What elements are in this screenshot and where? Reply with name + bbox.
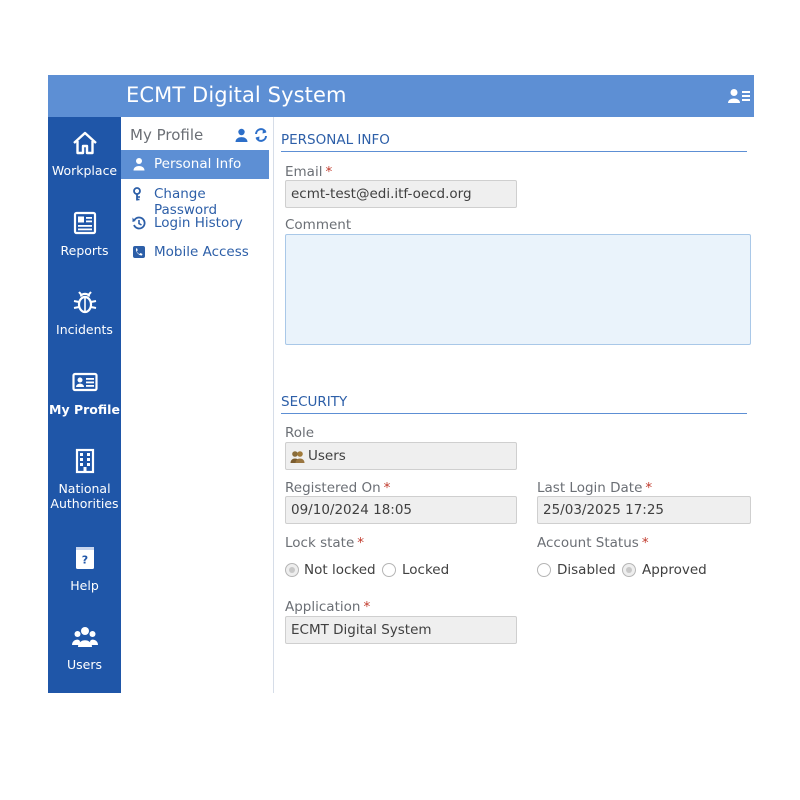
user-icon <box>133 158 145 171</box>
users-role-icon <box>290 451 305 463</box>
nav-label: Workplace <box>51 163 118 178</box>
newspaper-icon <box>73 211 96 235</box>
lock-state-locked-radio[interactable] <box>382 563 396 577</box>
submenu-item-login-history[interactable]: Login History <box>121 209 269 238</box>
key-icon <box>133 187 141 201</box>
submenu-item-label: Mobile Access <box>154 244 249 260</box>
app-window: ECMT Digital System Workplace Reports In… <box>48 75 754 693</box>
nav-label: My Profile <box>49 402 120 417</box>
application-field[interactable]: ECMT Digital System <box>285 616 517 644</box>
radio-label: Approved <box>642 562 707 578</box>
nav-item-national-authorities[interactable]: National Authorities <box>48 447 121 511</box>
bug-icon <box>73 291 96 314</box>
submenu-item-personal-info[interactable]: Personal Info <box>121 150 269 179</box>
lock-state-not-locked-radio[interactable] <box>285 563 299 577</box>
registered-on-label-text: Registered On <box>285 480 381 496</box>
nav-item-my-profile[interactable]: My Profile <box>48 368 121 417</box>
svg-text:?: ? <box>81 554 87 567</box>
role-field[interactable]: Users <box>285 442 517 470</box>
application-label-text: Application <box>285 599 361 615</box>
nav-label-line1: National <box>58 481 111 496</box>
building-icon <box>75 448 94 474</box>
section-divider <box>281 413 747 414</box>
section-title-security: SECURITY <box>281 394 348 410</box>
radio-label: Not locked <box>304 562 376 578</box>
required-marker: * <box>325 164 333 180</box>
main-content: PERSONAL INFO Email * ecmt-test@edi.itf-o… <box>275 117 754 693</box>
refresh-icon[interactable] <box>254 128 268 142</box>
phone-icon <box>133 246 145 258</box>
registered-on-field[interactable]: 09/10/2024 18:05 <box>285 496 517 524</box>
nav-label: Help <box>70 578 99 593</box>
submenu-item-label: Login History <box>154 215 243 231</box>
email-label-text: Email <box>285 164 323 180</box>
nav-label: Reports <box>60 243 109 258</box>
nav-item-workplace[interactable]: Workplace <box>48 129 121 178</box>
last-login-field[interactable]: 25/03/2025 17:25 <box>537 496 751 524</box>
section-divider <box>281 151 747 152</box>
section-title-personal-info: PERSONAL INFO <box>281 132 390 148</box>
history-icon <box>132 216 146 230</box>
account-status-approved-radio[interactable] <box>622 563 636 577</box>
profile-submenu: My Profile Personal Info Change Password… <box>121 117 274 693</box>
application-label: Application * <box>285 599 370 615</box>
id-card-icon <box>71 372 98 392</box>
radio-label: Locked <box>402 562 450 578</box>
logo-strip <box>48 75 121 117</box>
required-marker: * <box>645 480 653 496</box>
last-login-label: Last Login Date * <box>537 480 652 496</box>
lock-state-label-text: Lock state <box>285 535 355 551</box>
users-icon <box>71 627 98 647</box>
nav-label: Incidents <box>56 322 113 337</box>
user-list-icon[interactable] <box>728 88 750 104</box>
account-status-label: Account Status * <box>537 535 649 551</box>
role-label: Role <box>285 425 315 441</box>
account-status-label-text: Account Status <box>537 535 639 551</box>
nav-item-reports[interactable]: Reports <box>48 209 121 258</box>
email-label: Email * <box>285 164 332 180</box>
nav-item-incidents[interactable]: Incidents <box>48 288 121 337</box>
home-icon <box>72 131 97 155</box>
nav-label-line2: Authorities <box>50 496 119 511</box>
app-title: ECMT Digital System <box>126 83 347 107</box>
top-header: ECMT Digital System <box>48 75 754 117</box>
submenu-item-change-password[interactable]: Change Password <box>121 180 269 218</box>
submenu-item-mobile-access[interactable]: Mobile Access <box>121 238 269 267</box>
submenu-item-label: Personal Info <box>154 156 242 172</box>
required-marker: * <box>357 535 365 551</box>
nav-label: Users <box>66 657 102 672</box>
left-nav: Workplace Reports Incidents My Profile N… <box>48 117 121 693</box>
required-marker: * <box>641 535 649 551</box>
comment-textarea[interactable] <box>285 234 751 345</box>
radio-label: Disabled <box>557 562 616 578</box>
comment-label: Comment <box>285 217 352 233</box>
help-book-icon: ? <box>75 547 94 569</box>
nav-item-help[interactable]: ? Help <box>48 544 121 593</box>
lock-state-label: Lock state * <box>285 535 364 551</box>
email-field[interactable]: ecmt-test@edi.itf-oecd.org <box>285 180 517 208</box>
account-status-disabled-radio[interactable] <box>537 563 551 577</box>
user-icon[interactable] <box>235 128 248 142</box>
nav-item-users[interactable]: Users <box>48 623 121 672</box>
submenu-title: My Profile <box>130 126 204 144</box>
registered-on-label: Registered On * <box>285 480 390 496</box>
required-marker: * <box>383 480 391 496</box>
role-value: Users <box>308 448 346 464</box>
required-marker: * <box>363 599 371 615</box>
last-login-label-text: Last Login Date <box>537 480 643 496</box>
